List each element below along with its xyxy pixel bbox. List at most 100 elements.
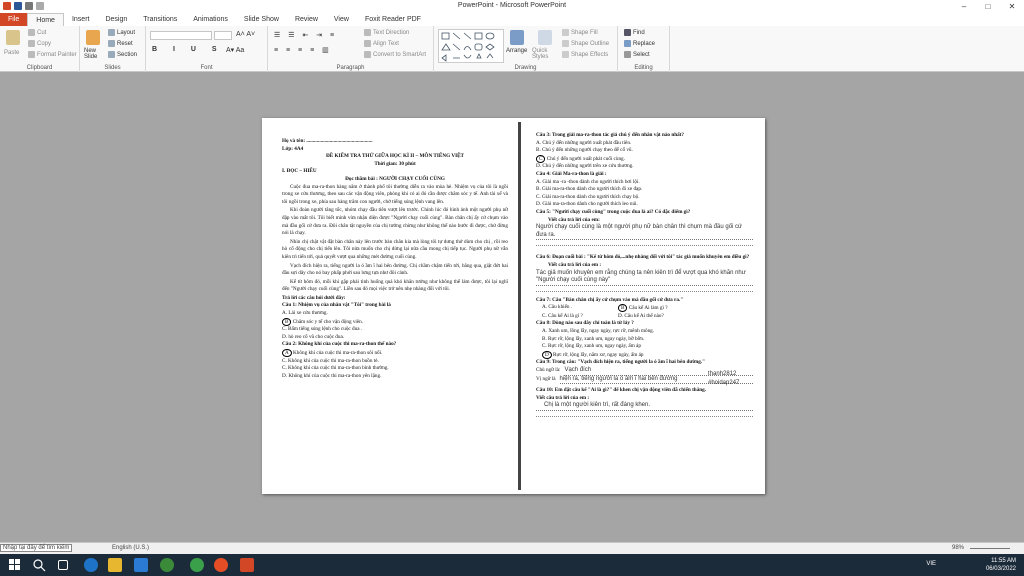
editing-label: Editing <box>634 65 653 71</box>
font-grow-button[interactable]: A˄ A˅ <box>236 31 255 38</box>
q7-option-c: C. Câu kể Ai là gì ? <box>542 312 583 319</box>
font-color-button[interactable]: A▾ Aa <box>226 46 244 54</box>
tab-review[interactable]: Review <box>287 13 326 26</box>
language-indicator[interactable]: English (U.S.) <box>112 545 149 551</box>
reading-title: Đọc thầm bài : NGƯỜI CHẠY CUỐI CÙNG <box>345 175 445 182</box>
quick-styles-icon[interactable] <box>538 30 552 45</box>
font-group: A˄ A˅ B I U S A▾ Aa Font <box>146 26 268 72</box>
shape-fill-button[interactable]: Shape Fill <box>562 29 598 36</box>
section-label: Section <box>117 51 138 58</box>
cut-button[interactable]: Cut <box>28 29 46 36</box>
font-style-buttons[interactable]: B I U S <box>152 46 224 53</box>
cursor-icon <box>624 51 631 58</box>
q8-option-c: C. Rực rỡ, lộng lẫy, xanh um, ngay ngày,… <box>542 343 641 350</box>
replace-button[interactable]: Replace <box>624 40 655 47</box>
format-painter-label: Format Painter <box>37 51 77 58</box>
task-view-icon[interactable] <box>58 560 68 570</box>
format-painter-button[interactable]: Format Painter <box>28 51 77 58</box>
clock[interactable]: 11:55 AM 06/03/2022 <box>986 557 1016 573</box>
clipboard-group: Paste Cut Copy Format Painter Clipboard <box>0 26 80 72</box>
paragraph-group: ☰ ☰ ⇤ ⇥ ≡ ≡ ≡ ≡ ≡ ▥ Text Direction Align… <box>268 26 434 72</box>
q1-option-b: B Chăm sóc y tế cho vận động viên. <box>282 317 508 327</box>
windows-start-icon[interactable] <box>8 558 22 572</box>
app-icon-green[interactable] <box>190 558 204 572</box>
quick-styles-button[interactable]: Quick Styles <box>532 48 558 60</box>
reset-button[interactable]: Reset <box>108 40 133 47</box>
font-family-select[interactable] <box>150 31 212 40</box>
close-button[interactable]: ✕ <box>1000 0 1024 13</box>
clipboard-label: Clipboard <box>26 65 53 71</box>
outline-icon <box>562 40 569 47</box>
slide-canvas[interactable]: Họ và tên: .............................… <box>262 118 765 494</box>
shape-effects-button[interactable]: Shape Effects <box>562 51 608 58</box>
tab-home[interactable]: Home <box>27 13 64 26</box>
shape-outline-button[interactable]: Shape Outline <box>562 40 609 47</box>
replace-label: Replace <box>633 40 656 47</box>
clock-time: 11:55 AM <box>991 558 1016 564</box>
question-6: Câu 6: Đoạn cuối bài : "Kể từ hôm đó,...… <box>536 254 750 261</box>
tab-animations[interactable]: Animations <box>185 13 236 26</box>
copy-button[interactable]: Copy <box>28 40 51 47</box>
select-label: Select <box>633 51 650 58</box>
align-buttons[interactable]: ≡ ≡ ≡ ≡ ▥ <box>274 46 332 54</box>
mail-icon[interactable] <box>134 558 148 572</box>
tab-design[interactable]: Design <box>97 13 135 26</box>
shapes-icon <box>441 32 495 62</box>
layout-button[interactable]: Layout <box>108 29 135 36</box>
arrange-icon[interactable] <box>510 30 524 45</box>
zoom-slider[interactable] <box>970 548 1010 549</box>
tab-file[interactable]: File <box>0 13 28 26</box>
zoom-level[interactable]: 98% <box>952 545 964 551</box>
align-text-icon <box>364 40 371 47</box>
app-icon[interactable] <box>160 558 174 572</box>
shapes-gallery[interactable] <box>438 29 504 63</box>
align-text-button[interactable]: Align Text <box>364 40 399 47</box>
question-5: Câu 5: "Người chạy cuối cùng" trong cuộc… <box>536 208 691 215</box>
q8-option-a: A. Xanh um, lồng lẫy, ngay ngày, rực rỡ,… <box>542 328 655 335</box>
answer-10: Chị là một người kiên trì, rất đáng khen… <box>536 402 753 411</box>
document-page-left: Họ và tên: .............................… <box>268 122 518 490</box>
new-slide-icon[interactable] <box>86 30 100 45</box>
minimize-button[interactable]: – <box>952 0 976 13</box>
tab-insert[interactable]: Insert <box>64 13 98 26</box>
layout-label: Layout <box>117 29 136 36</box>
paragraph-3: Nhìn chị chật vật đặt bàn chân này lên t… <box>282 238 508 260</box>
new-slide-button[interactable]: New Slide <box>84 48 104 60</box>
question-4: Câu 4: Giải Ma-ra-thon là giải : <box>536 170 607 177</box>
section-button[interactable]: Section <box>108 51 137 58</box>
select-button[interactable]: Select <box>624 51 650 58</box>
taskbar: VIE 11:55 AM 06/03/2022 <box>0 554 1024 576</box>
ribbon: Paste Cut Copy Format Painter Clipboard … <box>0 26 1024 72</box>
file-explorer-icon[interactable] <box>108 558 122 572</box>
powerpoint-taskbar-icon[interactable] <box>240 558 254 572</box>
page-divider <box>518 122 521 490</box>
window-title: PowerPoint - Microsoft PowerPoint <box>457 2 567 9</box>
tab-slide-show[interactable]: Slide Show <box>236 13 287 26</box>
keyboard-language[interactable]: VIE <box>926 561 936 567</box>
q7-option-d: D. Câu kể Ai thế nào? <box>618 312 664 319</box>
tab-view[interactable]: View <box>326 13 357 26</box>
arrange-button[interactable]: Arrange <box>506 48 527 54</box>
q2-option-c: C. Không khí của cuộc thi ma-ra-thon bìn… <box>282 365 389 372</box>
search-icon[interactable] <box>32 558 46 572</box>
tab-foxit[interactable]: Foxit Reader PDF <box>357 13 429 26</box>
convert-smartart-button[interactable]: Convert to SmartArt <box>364 51 426 58</box>
answer-6: Tác giả muốn khuyên em rằng chúng ta nên… <box>536 270 753 286</box>
title-bar: PowerPoint - Microsoft PowerPoint – □ ✕ <box>0 0 1024 13</box>
q2-option-a-text: Không khí của cuộc thi ma-ra-thon sôi nổ… <box>293 350 383 357</box>
slide-workarea[interactable]: Họ và tên: .............................… <box>0 72 1024 542</box>
list-buttons[interactable]: ☰ ☰ ⇤ ⇥ ≡ <box>274 31 337 39</box>
chrome-icon[interactable] <box>214 558 228 572</box>
paste-icon[interactable] <box>6 30 20 45</box>
maximize-button[interactable]: □ <box>976 0 1000 13</box>
edge-icon[interactable] <box>84 558 98 572</box>
font-size-select[interactable] <box>214 31 232 40</box>
text-direction-button[interactable]: Text Direction <box>364 29 409 36</box>
tab-transitions[interactable]: Transitions <box>135 13 185 26</box>
paste-button[interactable]: Paste <box>4 50 19 56</box>
paragraph-label: Paragraph <box>336 65 365 71</box>
section-icon <box>108 51 115 58</box>
find-button[interactable]: Find <box>624 29 645 36</box>
find-label: Find <box>633 29 645 36</box>
question-8: Câu 8: Dòng nào sau đây chỉ toàn là từ l… <box>536 320 634 327</box>
